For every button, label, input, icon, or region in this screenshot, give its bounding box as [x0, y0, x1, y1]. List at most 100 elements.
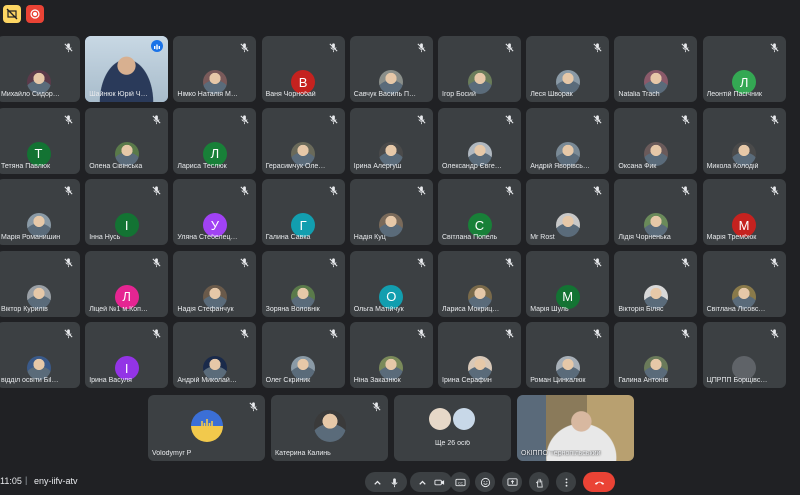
participant-tile[interactable]: Ще 26 осіб	[394, 395, 511, 461]
participant-name: Оксана Фик	[618, 162, 657, 170]
participant-tile[interactable]: Роман Цинкалюк	[526, 322, 610, 388]
participant-tile[interactable]: Ірина Алергуш	[349, 107, 433, 174]
participant-name: Марія Шуль	[530, 305, 569, 313]
participant-tile[interactable]: Л Леонтій Пасічник	[702, 36, 786, 102]
participant-tile[interactable]: Оксана Фик	[614, 107, 698, 174]
participant-tile[interactable]: О Ольга Матійчук	[349, 250, 433, 317]
mic-off-icon	[328, 40, 339, 53]
participant-name: Савчук Василь П…	[353, 91, 417, 98]
mic-off-icon	[239, 40, 250, 53]
mic-off-icon	[680, 112, 691, 124]
participant-tile[interactable]: Олена Сівінська	[85, 107, 169, 174]
mic-off-icon	[63, 112, 74, 124]
camera-control[interactable]	[410, 472, 452, 492]
mic-off-icon	[63, 40, 74, 53]
participant-tile[interactable]: Віктор Курилів	[0, 250, 80, 317]
participant-tile[interactable]: Г Галина Савка	[261, 179, 345, 245]
mic-off-icon	[328, 112, 339, 124]
participant-tile[interactable]: Лідія Чорненька	[614, 179, 698, 245]
participant-tile[interactable]: Олег Скриник	[261, 322, 345, 388]
mic-off-icon	[680, 40, 691, 53]
participant-name: Ніна Заказнюк	[353, 377, 401, 384]
participant-tile[interactable]: Ніна Заказнюк	[349, 322, 433, 388]
participant-tile[interactable]: Надія Куц	[349, 179, 433, 245]
participant-tile[interactable]: М Марія Трембюк	[702, 179, 786, 245]
mic-off-icon	[416, 326, 427, 339]
more-participants-avatars	[428, 408, 477, 430]
recording-icon[interactable]	[26, 5, 44, 23]
participant-tile[interactable]: Шайнюк Юрій Ч…	[85, 36, 169, 102]
participant-tile[interactable]: Катерина Калинь	[271, 395, 388, 461]
participant-tile[interactable]: Світлана Лісовс…	[702, 250, 786, 317]
participant-tile[interactable]: Mr Rost	[526, 179, 610, 245]
participant-tile[interactable]: Ігор Босий	[438, 36, 521, 102]
participant-tile[interactable]: Лариса Мокриц…	[438, 250, 521, 317]
participant-tile[interactable]: Volodymyr P	[148, 395, 265, 461]
participant-tile[interactable]: Надія Стефанчук	[173, 250, 257, 317]
participant-tile[interactable]: Зоряна Воловнік	[261, 250, 345, 317]
participant-tile[interactable]: Савчук Василь П…	[349, 36, 433, 102]
participant-name: ОКІППО Тернопільський	[521, 450, 601, 457]
participant-tile[interactable]: відділ освіти Бil…	[0, 322, 80, 388]
mic-off-icon	[239, 326, 250, 339]
participant-tile[interactable]: В Ваня Чорнобай	[261, 36, 345, 102]
participant-name: Леонтій Пасічник	[706, 91, 762, 98]
participant-tile[interactable]: Андрій Яворівсь…	[526, 107, 610, 174]
mic-off-icon	[680, 183, 691, 196]
participant-tile[interactable]: І Ірина Васуля	[85, 322, 169, 388]
participant-tile[interactable]: ОКІППО Тернопільський	[517, 395, 634, 461]
microphone-icon[interactable]	[389, 477, 400, 488]
participant-name: Марія Трембюк	[706, 234, 757, 241]
present-button[interactable]	[502, 472, 522, 492]
participant-name: Михайло Сидор…	[1, 91, 60, 98]
participant-name: Volodymyr P	[152, 450, 192, 457]
participant-tile[interactable]: Ірина Серафин	[438, 322, 521, 388]
captions-button[interactable]: CC	[450, 472, 470, 492]
participant-tile[interactable]: Т Тетяна Павлюк	[0, 107, 80, 174]
participant-tile[interactable]: Галина Антонів	[614, 322, 698, 388]
participant-tile[interactable]: Герасимчук Оле…	[261, 107, 345, 174]
participant-tile[interactable]: І Інна Нусь	[85, 179, 169, 245]
participant-tile[interactable]: С Світлана Попель	[438, 179, 521, 245]
participant-tile[interactable]: Микола Колодій	[702, 107, 786, 174]
more-options-button[interactable]	[556, 472, 576, 492]
mic-off-icon	[769, 183, 780, 196]
separator: |	[25, 475, 28, 485]
camera-icon[interactable]	[434, 477, 445, 488]
participant-name: Лариса Теслюк	[177, 162, 227, 170]
participant-tile[interactable]: М Марія Шуль	[526, 250, 610, 317]
participant-tile[interactable]: Олександр Євге…	[438, 107, 521, 174]
raise-hand-button[interactable]	[529, 472, 549, 492]
participant-tile[interactable]: ЦПРПП Борщівс…	[702, 322, 786, 388]
microphone-control[interactable]	[365, 472, 407, 492]
participant-name: Natalia Trach	[618, 91, 660, 98]
participant-tile[interactable]: Вікторія Біляс	[614, 250, 698, 317]
chevron-up-icon[interactable]	[417, 477, 428, 488]
participant-tile[interactable]: Андрій Миколай…	[173, 322, 257, 388]
participant-tile[interactable]: Німко Наталія М…	[173, 36, 257, 102]
mic-off-icon	[416, 112, 427, 124]
participant-tile[interactable]: У Уляна Стебелец…	[173, 179, 257, 245]
participant-name: Марія Романишин	[1, 234, 61, 241]
avatar	[313, 410, 346, 442]
captions-icon: CC	[454, 478, 466, 486]
participant-name: Ольга Матійчук	[353, 305, 404, 313]
participant-tile[interactable]: Марія Романишин	[0, 179, 80, 245]
participant-name: Андрій Миколай…	[177, 377, 237, 384]
raise-hand-icon	[535, 478, 543, 487]
participant-tile[interactable]: Л Ліцей №1 м.Коп…	[85, 250, 169, 317]
participant-name: Тетяна Павлюк	[1, 162, 51, 170]
presentation-off-icon[interactable]	[3, 5, 21, 23]
participant-tile[interactable]: Михайло Сидор…	[0, 36, 80, 102]
participant-name: Лідія Чорненька	[618, 234, 671, 241]
emoji-button[interactable]	[475, 472, 495, 492]
participant-name: Інна Нусь	[89, 234, 121, 241]
participant-tile[interactable]: Natalia Trach	[614, 36, 698, 102]
chevron-up-icon[interactable]	[372, 477, 383, 488]
participant-name: Mr Rost	[530, 234, 555, 241]
participant-tile[interactable]: Леся Шворак	[526, 36, 610, 102]
participant-name: Ігор Босий	[442, 91, 476, 98]
participant-tile[interactable]: Л Лариса Теслюк	[173, 107, 257, 174]
participant-name: Уляна Стебелец…	[177, 234, 238, 241]
end-call-button[interactable]	[583, 472, 615, 492]
